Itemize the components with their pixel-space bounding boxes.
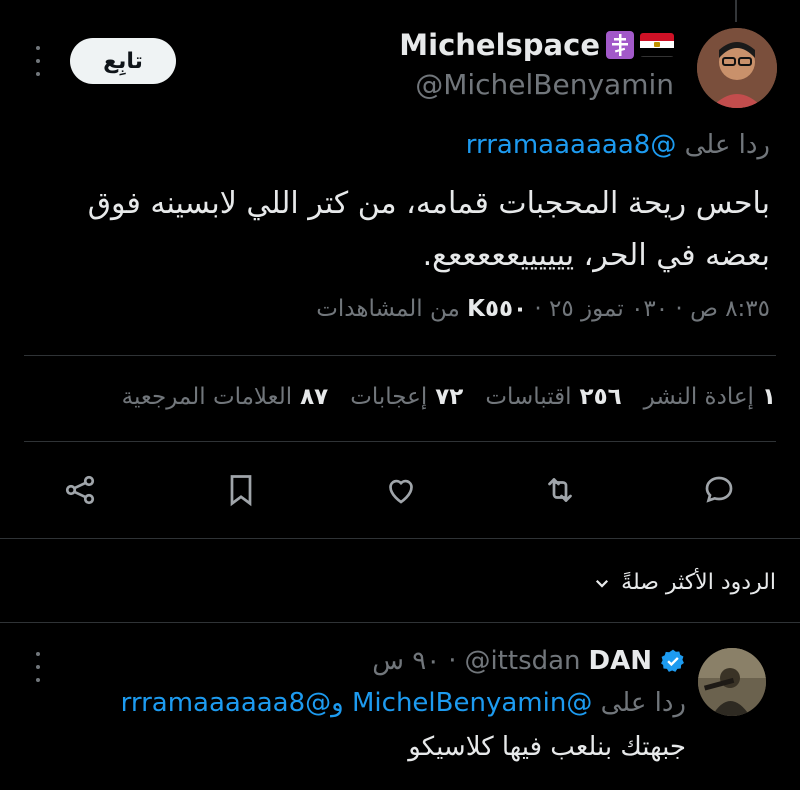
divider: [0, 538, 800, 539]
follow-button[interactable]: تابِع: [70, 38, 176, 84]
reply-icon[interactable]: [697, 468, 741, 512]
repost-icon[interactable]: [538, 468, 582, 512]
divider: [0, 622, 800, 623]
reply-avatar[interactable]: [698, 648, 766, 716]
chevron-down-icon: [596, 579, 609, 588]
views-count: K٥٥٠: [467, 296, 528, 322]
more-icon[interactable]: [34, 46, 42, 76]
reply-author-name[interactable]: DAN: [589, 646, 652, 676]
views-label: من المشاهدات: [316, 296, 460, 322]
tweet-meta: ٨:٣٥ ص · ٠٣٠ تموز ٢٥ · K٥٥٠ من المشاهدات: [316, 296, 770, 322]
divider: [24, 441, 776, 442]
action-bar: [0, 468, 800, 512]
thread-line: [735, 0, 737, 22]
egypt-flag-icon: [640, 33, 674, 57]
tweet-time[interactable]: ٨:٣٥ ص: [690, 296, 770, 322]
stat-reposts[interactable]: ١إعادة النشر: [644, 384, 776, 410]
tweet-text: باحس ريحة المحجبات قمامه، من كتر اللي لا…: [87, 186, 770, 273]
bookmark-icon[interactable]: [219, 468, 263, 512]
author-name[interactable]: Michelspace: [399, 28, 600, 62]
replies-sort-label: الردود الأكثر صلةً: [621, 570, 776, 595]
tweet-author-row: Michelspace: [399, 28, 674, 62]
reply-author-row: ٩٠ س · @ittsdan DAN: [372, 646, 686, 676]
reply-to-line: ردا على @rrramaaaaaa8: [466, 130, 770, 160]
reply-reply-to-mentions[interactable]: @MichelBenyamin و@rrramaaaaaa8: [121, 688, 593, 718]
replies-sort[interactable]: الردود الأكثر صلةً: [593, 570, 776, 595]
stat-likes[interactable]: ٧٢إعجابات: [350, 384, 463, 410]
divider: [24, 355, 776, 356]
reply-reply-to-line: ردا على @MichelBenyamin و@rrramaaaaaa8: [121, 688, 686, 718]
stat-quotes[interactable]: ٢٥٦اقتباسات: [485, 384, 621, 410]
tweet-date[interactable]: ٠٣٠ تموز ٢٥: [549, 296, 668, 322]
stat-bookmarks[interactable]: ٨٧العلامات المرجعية: [122, 384, 329, 410]
reply-handle[interactable]: @ittsdan: [464, 646, 580, 676]
reply-reply-to-prefix: ردا على: [600, 688, 686, 718]
like-icon[interactable]: [379, 468, 423, 512]
reply-to-mention[interactable]: @rrramaaaaaa8: [466, 130, 677, 160]
reply-more-icon[interactable]: [34, 652, 42, 682]
reply-time[interactable]: ٩٠ س: [372, 646, 440, 676]
share-icon[interactable]: [58, 468, 102, 512]
verified-icon: [661, 649, 684, 672]
author-handle[interactable]: @MichelBenyamin: [415, 68, 674, 101]
cross-badge-icon: [606, 31, 634, 59]
tweet-stats: ١إعادة النشر ٢٥٦اقتباسات ٧٢إعجابات ٨٧الع…: [122, 384, 776, 410]
avatar[interactable]: [697, 28, 777, 108]
reply-text: جبهتك بنلعب فيها كلاسيكو: [408, 732, 686, 762]
reply-to-prefix: ردا على: [684, 130, 770, 160]
